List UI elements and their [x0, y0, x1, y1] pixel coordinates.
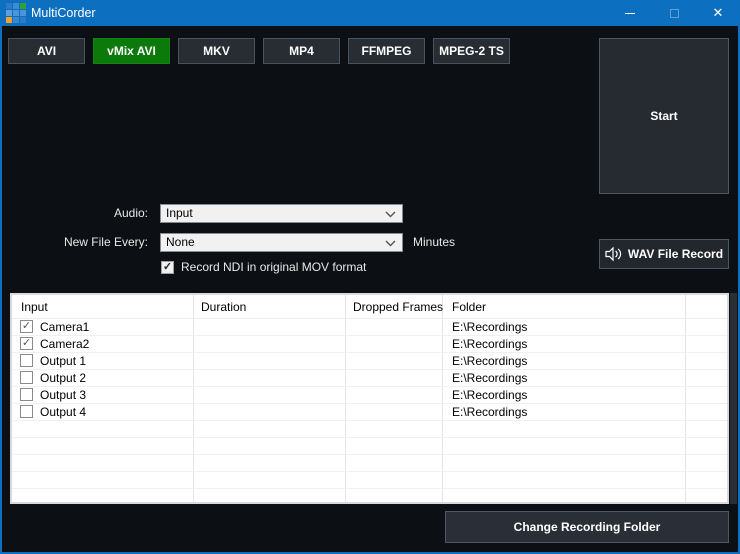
titlebar: MultiCorder ✕	[0, 0, 740, 26]
table-scrollbar[interactable]	[730, 293, 737, 504]
minimize-icon	[625, 13, 635, 14]
row-checkbox[interactable]	[20, 371, 33, 384]
chevron-down-icon	[385, 211, 396, 218]
row-checkbox[interactable]	[20, 388, 33, 401]
table-row: Output 1 E:\Recordings	[12, 353, 727, 370]
table-row: ✓ Camera1 E:\Recordings	[12, 319, 727, 336]
new-file-every-value: None	[166, 235, 195, 249]
row-checkbox[interactable]: ✓	[20, 320, 33, 333]
table-row	[12, 438, 727, 455]
column-header-dropped-frames: Dropped Frames	[353, 295, 443, 319]
row-folder-path: E:\Recordings	[452, 319, 527, 335]
row-input-name: Output 4	[40, 404, 86, 420]
audio-select-value: Input	[166, 206, 193, 220]
row-input-name: Output 1	[40, 353, 86, 369]
minutes-label: Minutes	[413, 233, 455, 252]
column-header-duration: Duration	[201, 295, 246, 319]
window-content: AVI vMix AVI MKV MP4 FFMPEG MPEG-2 TS Start A…	[2, 26, 738, 552]
logo-square	[6, 3, 12, 9]
row-folder-path: E:\Recordings	[452, 336, 527, 352]
row-folder-path: E:\Recordings	[452, 387, 527, 403]
logo-square	[13, 10, 19, 16]
speaker-icon	[605, 246, 622, 262]
window-title: MultiCorder	[31, 0, 96, 26]
chevron-down-icon	[385, 240, 396, 247]
logo-square	[13, 17, 19, 23]
table-row: Output 3 E:\Recordings	[12, 387, 727, 404]
row-folder-path: E:\Recordings	[452, 404, 527, 420]
multicorder-window: MultiCorder ✕ AVI vMix AVI MKV MP4 FFMPEG MPE…	[0, 0, 740, 554]
column-header-folder: Folder	[452, 295, 486, 319]
row-checkbox[interactable]	[20, 354, 33, 367]
row-checkbox[interactable]	[20, 405, 33, 418]
row-checkbox[interactable]: ✓	[20, 337, 33, 350]
logo-square	[20, 10, 26, 16]
tab-mkv[interactable]: MKV	[178, 38, 255, 64]
table-row: ✓ Camera2 E:\Recordings	[12, 336, 727, 353]
table-row	[12, 421, 727, 438]
tab-vmix-avi[interactable]: vMix AVI	[93, 38, 170, 64]
table-row: Output 2 E:\Recordings	[12, 370, 727, 387]
table-row	[12, 455, 727, 472]
row-input-name: Output 3	[40, 387, 86, 403]
table-row	[12, 489, 727, 502]
ndi-mov-checkbox-label: Record NDI in original MOV format	[181, 259, 366, 275]
wav-file-record-label: WAV File Record	[628, 247, 723, 261]
caption-buttons: ✕	[608, 0, 740, 26]
maximize-button[interactable]	[652, 0, 696, 26]
table-row	[12, 472, 727, 489]
logo-square	[13, 3, 19, 9]
tab-mpeg-2-ts[interactable]: MPEG-2 TS	[433, 38, 510, 64]
minimize-button[interactable]	[608, 0, 652, 26]
column-header-input: Input	[21, 295, 48, 319]
change-recording-folder-button[interactable]: Change Recording Folder	[445, 511, 729, 543]
table-row: Output 4 E:\Recordings	[12, 404, 727, 421]
row-folder-path: E:\Recordings	[452, 370, 527, 386]
table-header: Input Duration Dropped Frames Folder	[12, 295, 727, 319]
logo-square	[20, 3, 26, 9]
logo-square	[6, 17, 12, 23]
row-folder-path: E:\Recordings	[452, 353, 527, 369]
recordings-table: Input Duration Dropped Frames Folder ✓ Ca…	[10, 293, 729, 504]
tab-mp4[interactable]: MP4	[263, 38, 340, 64]
tab-avi[interactable]: AVI	[8, 38, 85, 64]
new-file-every-label: New File Every:	[2, 233, 148, 252]
new-file-every-select[interactable]: None	[160, 233, 403, 252]
logo-square	[20, 17, 26, 23]
close-icon: ✕	[713, 0, 724, 26]
maximize-icon	[670, 9, 679, 18]
close-button[interactable]: ✕	[696, 0, 740, 26]
table-body: ✓ Camera1 E:\Recordings ✓ Camera2 E:\Recordin…	[12, 319, 727, 502]
logo-square	[6, 10, 12, 16]
vmix-logo-icon	[6, 3, 26, 23]
tab-ffmpeg[interactable]: FFMPEG	[348, 38, 425, 64]
row-input-name: Output 2	[40, 370, 86, 386]
wav-file-record-button[interactable]: WAV File Record	[599, 239, 729, 269]
audio-select[interactable]: Input	[160, 204, 403, 223]
row-input-name: Camera2	[40, 336, 89, 352]
audio-label: Audio:	[2, 204, 148, 223]
start-button[interactable]: Start	[599, 38, 729, 194]
row-input-name: Camera1	[40, 319, 89, 335]
ndi-mov-checkbox[interactable]: ✓	[161, 261, 174, 274]
